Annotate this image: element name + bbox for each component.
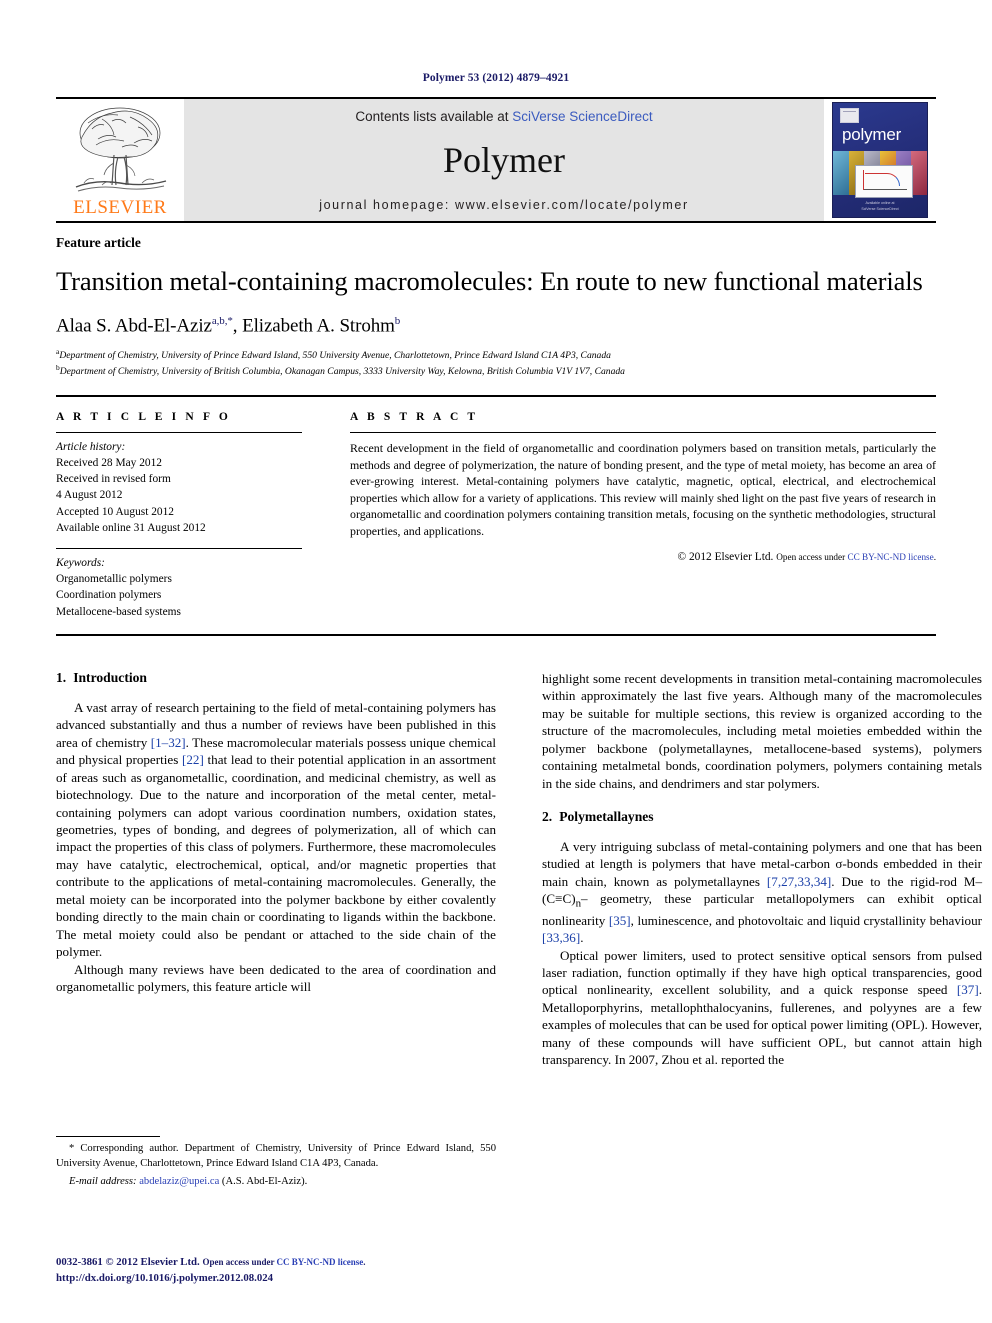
- article-type-label: Feature article: [56, 221, 936, 251]
- footnote-email-line: E-mail address: abdelaziz@upei.ca (A.S. …: [56, 1175, 496, 1190]
- journal-masthead: ELSEVIER Contents lists available at Sci…: [56, 97, 936, 221]
- keywords-label: Keywords:: [56, 556, 105, 569]
- abstract-heading: A B S T R A C T: [350, 410, 479, 423]
- journal-title: Polymer: [443, 140, 565, 180]
- article-history-label: Article history:: [56, 440, 126, 453]
- contents-prefix: Contents lists available at: [355, 109, 513, 124]
- cover-inset-chart-icon: [855, 165, 913, 198]
- corresponding-author-footnote: * Corresponding author. Department of Ch…: [56, 1136, 496, 1189]
- footer-copyright: © 2012 Elsevier Ltd.: [105, 1256, 200, 1269]
- section-title: Introduction: [73, 669, 147, 685]
- cover-publisher-badge-icon: [840, 108, 859, 123]
- section-number: 1.: [56, 669, 67, 685]
- article-info-abstract-block: A R T I C L E I N F O Article history: R…: [56, 394, 936, 636]
- history-item: Available online 31 August 2012: [56, 521, 206, 534]
- contents-available-line: Contents lists available at SciVerse Sci…: [355, 109, 652, 124]
- paragraph: Optical power limiters, used to protect …: [542, 947, 982, 1068]
- keyword-item: Metallocene-based systems: [56, 605, 181, 618]
- page-footer: 0032-3861 © 2012 Elsevier Ltd. Open acce…: [56, 1255, 365, 1287]
- citation-link[interactable]: [35]: [609, 913, 631, 928]
- elsevier-wordmark: ELSEVIER: [73, 197, 167, 218]
- footer-copyright-line: 0032-3861 © 2012 Elsevier Ltd. Open acce…: [56, 1255, 365, 1271]
- footer-open-access-note: Open access under: [202, 1257, 277, 1268]
- article-history: Article history: Received 28 May 2012 Re…: [56, 433, 302, 536]
- article-info-column: A R T I C L E I N F O Article history: R…: [56, 411, 302, 620]
- citation-link[interactable]: [37]: [957, 982, 979, 997]
- history-item: Accepted 10 August 2012: [56, 505, 174, 518]
- journal-cover-thumbnail: polymer Available online at SciVerse Sci…: [824, 99, 936, 221]
- keywords-block: Keywords: Organometallic polymers Coordi…: [56, 549, 302, 620]
- abstract-column: A B S T R A C T Recent development in th…: [350, 411, 936, 620]
- license-period: .: [933, 551, 936, 562]
- footnote-rule: [56, 1136, 160, 1138]
- citation-link[interactable]: [22]: [182, 752, 204, 767]
- abstract-text: Recent development in the field of organ…: [350, 440, 936, 539]
- paragraph: highlight some recent developments in tr…: [542, 670, 982, 791]
- cover-title: polymer: [842, 125, 902, 144]
- history-item: 4 August 2012: [56, 489, 123, 502]
- citation-link[interactable]: [7,27,33,34]: [767, 874, 831, 889]
- journal-article-page: Polymer 53 (2012) 4879–4921 ELSEVIER Con…: [0, 0, 992, 1323]
- running-head: Polymer 53 (2012) 4879–4921: [422, 72, 570, 84]
- journal-homepage-link[interactable]: journal homepage: www.elsevier.com/locat…: [319, 198, 689, 212]
- history-item: Received 28 May 2012: [56, 457, 162, 470]
- paragraph: A vast array of research pertaining to t…: [56, 699, 496, 960]
- email-label: E-mail address:: [69, 1175, 137, 1187]
- body-column-right: highlight some recent developments in tr…: [542, 670, 982, 1190]
- author-2-affiliation-marker: b: [394, 315, 401, 328]
- footer-license-period: .: [363, 1257, 366, 1268]
- email-attribution: (A.S. Abd-El-Aziz).: [219, 1175, 308, 1187]
- author-1-affiliation-marker: a,b,: [211, 315, 228, 328]
- article-title: Transition metal-containing macromolecul…: [56, 266, 923, 296]
- body-columns: 1. Introduction A vast array of research …: [56, 670, 982, 1190]
- copyright-text: © 2012 Elsevier Ltd.: [677, 550, 774, 563]
- citation-link[interactable]: [33,36]: [542, 930, 580, 945]
- author-name-2: Elizabeth A. Strohm: [242, 315, 395, 337]
- section-heading-introduction: 1. Introduction: [56, 670, 496, 686]
- author-name-1: Alaa S. Abd-El-Aziz: [56, 315, 212, 337]
- footer-license-link[interactable]: CC BY-NC-ND license: [277, 1257, 364, 1267]
- section-number: 2.: [542, 809, 553, 824]
- footnote-address: * Corresponding author. Department of Ch…: [56, 1143, 496, 1170]
- history-item: Received in revised form: [56, 473, 171, 486]
- masthead-center: Contents lists available at SciVerse Sci…: [184, 99, 824, 221]
- author-list: Alaa S. Abd-El-Aziza,b,*, Elizabeth A. S…: [56, 315, 936, 337]
- issn: 0032-3861: [56, 1256, 103, 1269]
- paragraph: A very intriguing subclass of metal-cont…: [542, 839, 983, 946]
- license-link[interactable]: CC BY-NC-ND license: [847, 552, 933, 562]
- affiliation-b: bDepartment of Chemistry, University of …: [56, 362, 625, 377]
- affiliations: aDepartment of Chemistry, University of …: [56, 347, 936, 379]
- section-title: Polymetallaynes: [559, 809, 654, 824]
- sciencedirect-link[interactable]: SciVerse ScienceDirect: [512, 109, 652, 124]
- body-column-left: 1. Introduction A vast array of research …: [56, 670, 496, 1190]
- cover-art: polymer Available online at SciVerse Sci…: [833, 103, 927, 217]
- cover-footer-text: Available online at SciVerse ScienceDire…: [861, 201, 899, 211]
- author-separator: ,: [232, 315, 243, 337]
- doi-link[interactable]: http://dx.doi.org/10.1016/j.polymer.2012…: [56, 1271, 365, 1287]
- article-info-heading: A R T I C L E I N F O: [56, 410, 231, 423]
- affiliation-a: aDepartment of Chemistry, University of …: [56, 346, 611, 361]
- abstract-copyright-line: © 2012 Elsevier Ltd. Open access under C…: [350, 551, 936, 563]
- open-access-note: Open access under: [776, 551, 848, 562]
- paragraph: Although many reviews have been dedicate…: [56, 961, 496, 995]
- elsevier-logo: ELSEVIER: [56, 99, 184, 221]
- section-heading-polymetallaynes: 2. Polymetallaynes: [542, 809, 982, 825]
- citation-link[interactable]: [1–32]: [151, 735, 186, 750]
- elsevier-tree-icon: [75, 107, 167, 192]
- keyword-item: Coordination polymers: [56, 589, 162, 602]
- email-link[interactable]: abdelaziz@upei.ca: [139, 1176, 219, 1187]
- keyword-item: Organometallic polymers: [56, 573, 172, 586]
